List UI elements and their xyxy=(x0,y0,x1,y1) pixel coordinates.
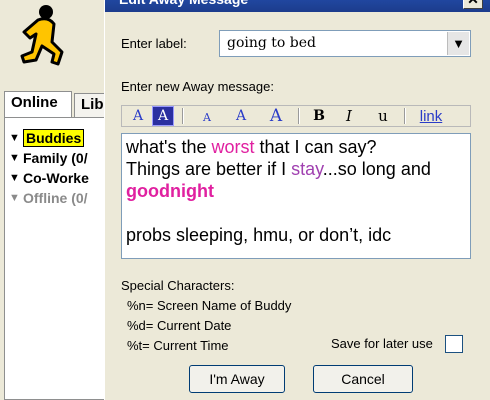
save-for-later-checkbox[interactable] xyxy=(445,335,463,353)
expand-triangle-icon: ▼ xyxy=(9,192,20,204)
format-toolbar: A A A A A B I u link xyxy=(121,105,471,127)
tab-online[interactable]: Online xyxy=(4,91,72,117)
special-item: %n= Screen Name of Buddy xyxy=(127,298,292,313)
bold-button[interactable]: B xyxy=(308,106,330,126)
save-for-later-label: Save for later use xyxy=(331,336,433,351)
background-color-button[interactable]: A xyxy=(152,106,174,126)
insert-link-button[interactable]: link xyxy=(415,106,447,126)
im-away-button[interactable]: I'm Away xyxy=(189,365,285,393)
normal-font-button[interactable]: A xyxy=(230,106,252,126)
group-label: Offline (0/ xyxy=(23,190,88,206)
larger-font-button[interactable]: A xyxy=(264,106,288,126)
toolbar-separator xyxy=(404,108,406,124)
expand-triangle-icon: ▼ xyxy=(9,172,20,184)
message-line-1: what's the worst that I can say? xyxy=(126,136,466,158)
label-value: going to bed xyxy=(227,35,317,51)
italic-button[interactable]: I xyxy=(338,106,360,126)
font-color-button[interactable]: A xyxy=(126,106,150,126)
special-item: %t= Current Time xyxy=(127,338,229,353)
aim-running-man-logo xyxy=(8,4,82,78)
dialog-title: Edit Away Message xyxy=(119,0,248,9)
toolbar-separator xyxy=(298,108,300,124)
message-text: that I can say? xyxy=(254,137,377,157)
group-label: Co-Worke xyxy=(23,170,89,186)
message-caption: Enter new Away message: xyxy=(121,79,274,94)
close-button[interactable]: ✕ xyxy=(463,0,483,9)
special-item: %d= Current Date xyxy=(127,318,232,333)
special-characters-help: Special Characters: %n= Screen Name of B… xyxy=(121,276,291,356)
aim-logo-area xyxy=(0,0,105,86)
dialog-titlebar[interactable]: Edit Away Message ✕ xyxy=(105,0,490,12)
label-dropdown[interactable]: going to bed ▼ xyxy=(219,30,471,57)
expand-triangle-icon: ▼ xyxy=(9,132,20,144)
label-caption: Enter label: xyxy=(121,36,187,51)
group-label: Buddies xyxy=(23,129,85,147)
message-text: ...so long and xyxy=(322,159,431,179)
message-text-highlight: stay xyxy=(291,159,323,179)
smaller-font-button[interactable]: A xyxy=(196,106,218,126)
expand-triangle-icon: ▼ xyxy=(9,152,20,164)
underline-button[interactable]: u xyxy=(372,106,394,126)
edit-away-message-dialog: Edit Away Message ✕ Enter label: going t… xyxy=(104,0,490,400)
message-line-3: goodnight xyxy=(126,181,214,201)
message-text: what's the xyxy=(126,137,212,157)
group-label: Family (0/ xyxy=(23,150,88,166)
dropdown-arrow-icon[interactable]: ▼ xyxy=(447,32,469,55)
message-blank-line xyxy=(126,202,466,224)
away-message-editor[interactable]: what's the worst that I can say? Things … xyxy=(121,133,471,259)
special-heading: Special Characters: xyxy=(121,278,235,293)
message-line-2: Things are better if I stay...so long an… xyxy=(126,158,466,180)
message-line-4: probs sleeping, hmu, or don’t, idc xyxy=(126,225,392,245)
message-text-highlight: worst xyxy=(211,137,255,157)
toolbar-separator xyxy=(182,108,184,124)
cancel-button[interactable]: Cancel xyxy=(313,365,413,393)
message-text: Things are better if I xyxy=(126,159,292,179)
